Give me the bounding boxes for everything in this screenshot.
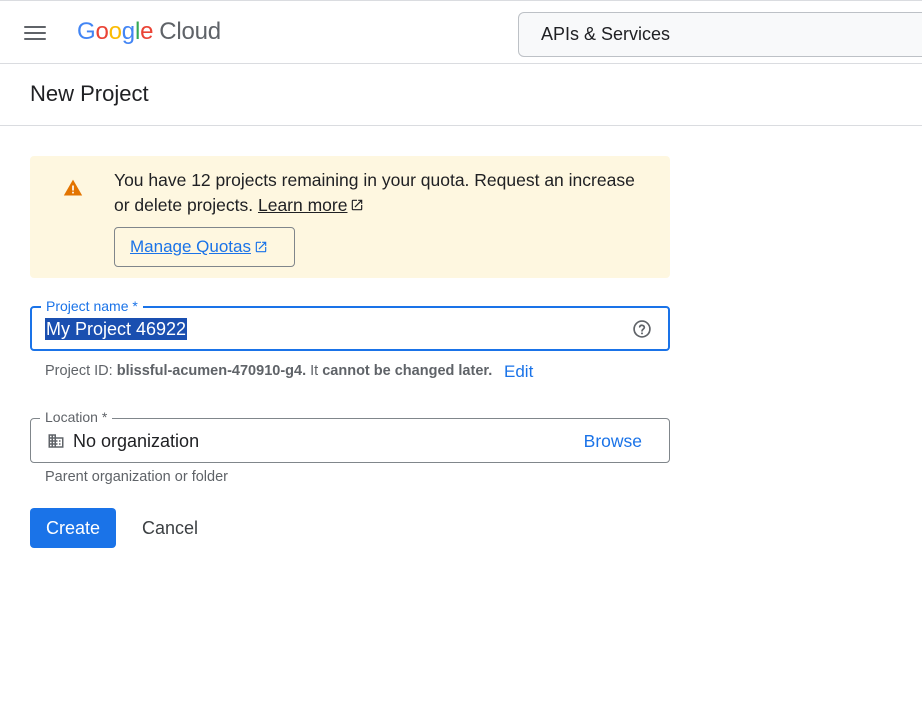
project-id-prefix: Project ID: <box>45 363 117 379</box>
project-id-value: blissful-acumen-470910-g4. <box>116 363 307 379</box>
manage-quotas-button[interactable]: Manage Quotas <box>114 227 295 267</box>
warning-icon <box>63 179 83 196</box>
create-button[interactable]: Create <box>30 508 116 548</box>
organization-icon <box>48 434 64 448</box>
search-value: APIs & Services <box>541 24 671 44</box>
edit-project-id-link[interactable]: Edit <box>504 362 533 382</box>
top-app-bar: Google Cloud APIs & Services <box>0 0 922 64</box>
project-id-text: Project ID: blissful-acumen-470910-g4. I… <box>45 363 492 379</box>
page-header: New Project <box>0 64 922 126</box>
menu-icon[interactable] <box>18 18 52 48</box>
location-label: Location * <box>40 408 113 426</box>
location-field[interactable]: Location * No organization Browse <box>30 408 670 463</box>
location-value: No organization <box>73 431 200 451</box>
quota-warning-banner: You have 12 projects remaining in your q… <box>30 156 670 278</box>
banner-message-text: You have 12 projects remaining in your q… <box>114 170 635 215</box>
browse-button[interactable]: Browse <box>584 431 642 452</box>
google-cloud-logo[interactable]: Google Cloud <box>77 18 221 48</box>
location-hint: Parent organization or folder <box>45 469 228 485</box>
search-input[interactable]: APIs & Services <box>518 12 922 57</box>
manage-quotas-label: Manage Quotas <box>130 237 251 256</box>
project-id-middle: It <box>306 363 323 379</box>
external-link-icon <box>352 199 363 211</box>
banner-message: You have 12 projects remaining in your q… <box>114 168 654 218</box>
cloud-wordmark: Cloud <box>159 18 221 45</box>
project-id-emphasis: cannot be changed later. <box>322 363 493 379</box>
google-wordmark: Google <box>77 18 154 45</box>
cancel-button[interactable]: Cancel <box>128 508 212 548</box>
project-name-field[interactable]: Project name * My Project 46922 <box>30 297 670 351</box>
learn-more-link[interactable]: Learn more <box>258 195 348 215</box>
external-link-icon <box>255 241 267 253</box>
project-name-label: Project name * <box>41 297 143 315</box>
project-name-input[interactable]: My Project 46922 <box>45 318 188 340</box>
page-title: New Project <box>30 81 149 106</box>
help-icon[interactable] <box>632 319 652 339</box>
